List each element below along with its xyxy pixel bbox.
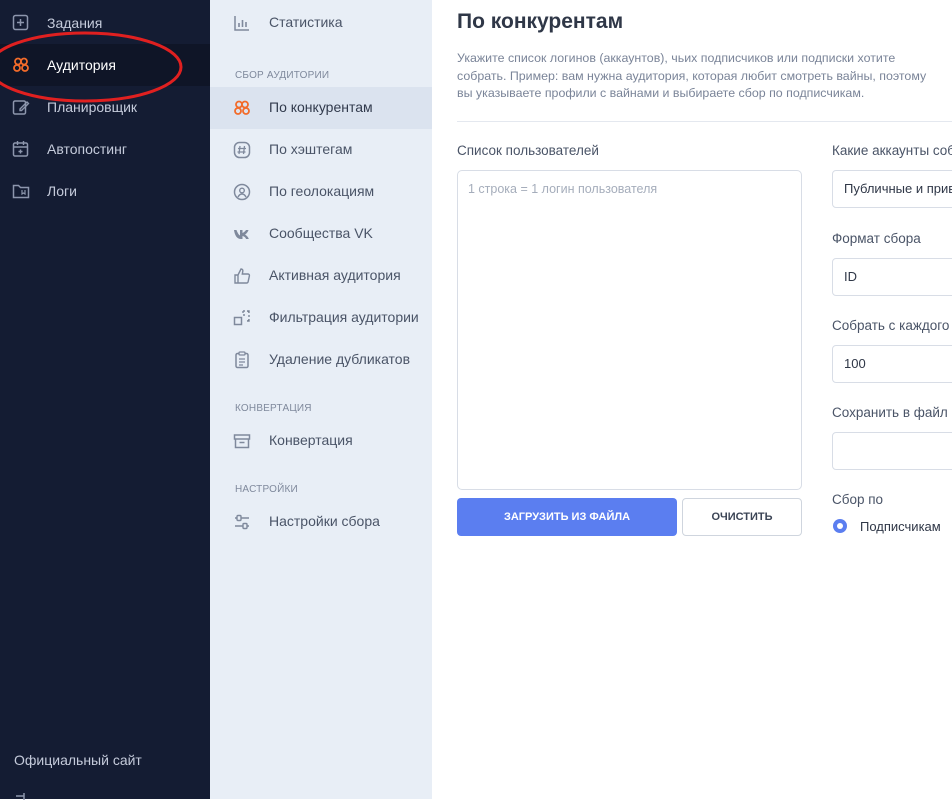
sub-item-conversion[interactable]: Конвертация bbox=[210, 420, 432, 462]
folder-icon bbox=[12, 184, 30, 199]
calendar-add-icon bbox=[12, 141, 29, 157]
section-header-collect: СБОР АУДИТОРИИ bbox=[235, 70, 330, 81]
collect-format-label: Формат сбора bbox=[832, 231, 921, 246]
geo-icon bbox=[233, 183, 251, 201]
sub-item-label: По геолокациям bbox=[269, 183, 375, 199]
nav-item-autoposting[interactable]: Автопостинг bbox=[0, 128, 210, 170]
sub-item-label: Активная аудитория bbox=[269, 267, 401, 283]
sub-item-competitors[interactable]: По конкурентам bbox=[210, 87, 432, 129]
save-to-file-input[interactable] bbox=[832, 432, 952, 470]
sub-item-hashtags[interactable]: По хэштегам bbox=[210, 129, 432, 171]
collect-by-followers-label[interactable]: Подписчикам bbox=[860, 519, 941, 534]
clear-button[interactable]: ОЧИСТИТЬ bbox=[682, 498, 802, 536]
official-site-link[interactable]: Официальный сайт bbox=[14, 752, 142, 768]
page-title: По конкурентам bbox=[457, 10, 624, 33]
collect-by-label: Сбор по bbox=[832, 492, 884, 507]
add-task-icon bbox=[12, 14, 29, 31]
nav-item-audience[interactable]: Аудитория bbox=[0, 44, 210, 86]
archive-icon bbox=[233, 434, 251, 449]
nav-item-label: Автопостинг bbox=[47, 141, 127, 157]
nav-item-tasks[interactable]: Задания bbox=[0, 2, 210, 44]
divider bbox=[457, 121, 952, 122]
sub-sidebar: Статистика СБОР АУДИТОРИИ По конкурентам… bbox=[210, 0, 432, 799]
sub-item-label: По хэштегам bbox=[269, 141, 353, 157]
accounts-type-select[interactable]: Публичные и прив bbox=[832, 170, 952, 208]
main-sidebar: Задания Аудитория Планировщик Автопостин… bbox=[0, 0, 210, 800]
accounts-type-value: Публичные и прив bbox=[844, 181, 952, 196]
sub-item-statistics[interactable]: Статистика bbox=[210, 2, 432, 44]
bar-chart-icon bbox=[234, 16, 249, 31]
sliders-icon bbox=[235, 514, 249, 530]
vk-icon bbox=[234, 230, 249, 239]
save-to-file-label: Сохранить в файл bbox=[832, 405, 948, 420]
hashtag-icon bbox=[233, 141, 251, 159]
collect-format-select[interactable]: ID bbox=[832, 258, 952, 296]
section-header-convert: КОНВЕРТАЦИЯ bbox=[235, 403, 312, 414]
audience-icon bbox=[234, 100, 250, 115]
nav-item-logs[interactable]: Логи bbox=[0, 170, 210, 212]
collect-each-label: Собрать с каждого bbox=[832, 318, 950, 333]
nav-item-label: Аудитория bbox=[47, 57, 116, 73]
sub-item-active-audience[interactable]: Активная аудитория bbox=[210, 255, 432, 297]
sub-item-geolocations[interactable]: По геолокациям bbox=[210, 171, 432, 213]
sub-item-label: Конвертация bbox=[269, 432, 353, 448]
sub-item-label: Настройки сбора bbox=[269, 513, 380, 529]
sub-item-collect-settings[interactable]: Настройки сбора bbox=[210, 501, 432, 543]
sub-item-audience-filter[interactable]: Фильтрация аудитории bbox=[210, 297, 432, 339]
nav-item-label: Планировщик bbox=[47, 99, 138, 115]
accounts-type-label: Какие аккаунты соб bbox=[832, 143, 952, 158]
upload-from-file-button[interactable]: ЗАГРУЗИТЬ ИЗ ФАЙЛА bbox=[457, 498, 677, 536]
users-list-textarea[interactable]: 1 строка = 1 логин пользователя bbox=[457, 170, 802, 490]
sub-item-label: Сообщества VK bbox=[269, 225, 373, 241]
main-content: По конкурентам Укажите список логинов (а… bbox=[432, 0, 952, 799]
sub-item-label: Фильтрация аудитории bbox=[269, 309, 419, 325]
nav-item-label: Логи bbox=[47, 183, 77, 199]
collect-by-followers-radio[interactable] bbox=[833, 519, 847, 533]
collect-each-input[interactable]: 100 bbox=[832, 345, 952, 383]
filter-icon bbox=[233, 310, 250, 326]
sub-item-remove-duplicates[interactable]: Удаление дубликатов bbox=[210, 339, 432, 381]
edit-icon bbox=[12, 100, 30, 115]
audience-icon bbox=[13, 57, 29, 72]
sub-item-vk-communities[interactable]: Сообщества VK bbox=[210, 213, 432, 255]
page-description: Укажите список логинов (аккаунтов), чьих… bbox=[457, 51, 927, 100]
sub-item-label: По конкурентам bbox=[269, 99, 373, 115]
sub-item-label: Статистика bbox=[269, 14, 343, 30]
clipboard-icon bbox=[235, 351, 249, 369]
sub-item-label: Удаление дубликатов bbox=[269, 351, 411, 367]
collect-format-value: ID bbox=[844, 269, 857, 284]
thumbs-up-icon bbox=[234, 268, 251, 284]
nav-item-scheduler[interactable]: Планировщик bbox=[0, 86, 210, 128]
users-list-label: Список пользователей bbox=[457, 143, 599, 158]
collect-each-value: 100 bbox=[844, 356, 866, 371]
section-header-settings: НАСТРОЙКИ bbox=[235, 484, 298, 495]
users-list-placeholder: 1 строка = 1 логин пользователя bbox=[468, 182, 658, 196]
nav-item-label: Задания bbox=[47, 15, 103, 31]
